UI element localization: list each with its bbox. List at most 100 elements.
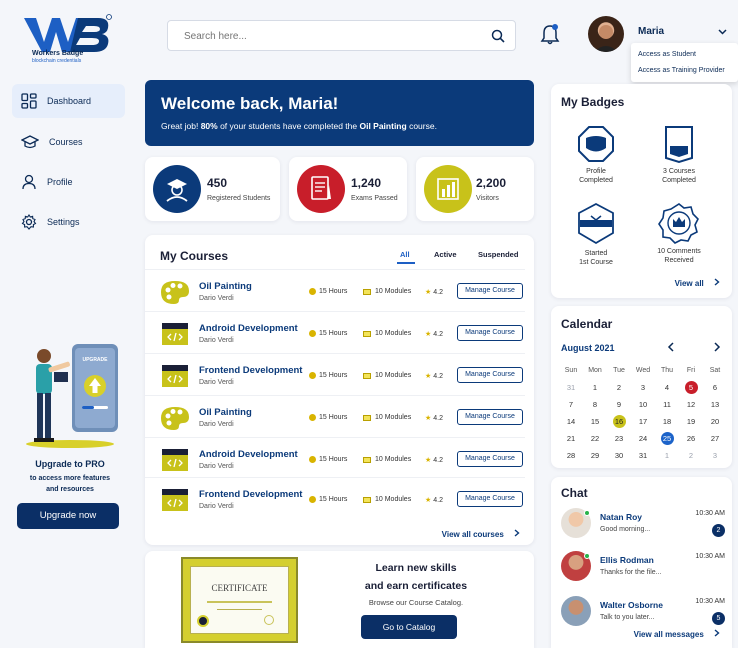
badge-started-course[interactable]: Started 1st Course [556, 202, 636, 267]
calendar-day-number: 10 [638, 400, 648, 409]
course-title[interactable]: Frontend Development [199, 365, 302, 376]
go-to-catalog-button[interactable]: Go to Catalog [361, 615, 457, 639]
tab-active[interactable]: Active [434, 250, 457, 259]
calendar-day[interactable]: 4 [655, 379, 679, 396]
manage-course-button[interactable]: Manage Course [457, 409, 523, 425]
calendar-day-number: 30 [614, 451, 624, 460]
calendar-day[interactable]: 26 [679, 430, 703, 447]
badge-3-courses[interactable]: 3 Courses Completed [639, 124, 719, 185]
course-hours: 15 Hours [309, 456, 347, 463]
menu-item-student[interactable]: Access as Student [638, 51, 696, 58]
chat-card: Chat Natan Roy Good morning... 10:30 AM 2 El… [551, 477, 732, 648]
chat-view-all-link[interactable]: View all messages [634, 629, 720, 639]
bell-icon[interactable] [540, 23, 560, 45]
calendar-day[interactable]: 15 [583, 413, 607, 430]
calendar-day-number: 23 [614, 434, 624, 443]
course-rating-value: 4.2 [433, 415, 443, 422]
grid-icon [21, 93, 37, 109]
badge-10-comments[interactable]: 10 Comments Received [639, 202, 719, 265]
manage-course-button[interactable]: Manage Course [457, 367, 523, 383]
course-title[interactable]: Oil Painting [199, 407, 252, 418]
avatar[interactable] [588, 16, 624, 52]
calendar-day[interactable]: 14 [559, 413, 583, 430]
chat-item[interactable]: Walter Osborne Talk to you later... 10:30 … [551, 590, 735, 634]
calendar-day[interactable]: 27 [703, 430, 727, 447]
calendar-day[interactable]: 9 [607, 396, 631, 413]
calendar-day[interactable]: 13 [703, 396, 727, 413]
calendar-day[interactable]: 12 [679, 396, 703, 413]
chevron-left-icon[interactable] [667, 342, 675, 352]
exam-icon [297, 165, 345, 213]
chat-item[interactable]: Ellis Rodman Thanks for the file... 10:30 … [551, 545, 735, 589]
calendar-day[interactable]: 25 [655, 430, 679, 447]
calendar-day[interactable]: 28 [559, 447, 583, 464]
modules-icon [363, 330, 371, 337]
calendar-day[interactable]: 23 [607, 430, 631, 447]
calendar-day[interactable]: 24 [631, 430, 655, 447]
calendar-day[interactable]: 17 [631, 413, 655, 430]
chat-message: Thanks for the file... [600, 569, 662, 576]
calendar-day[interactable]: 21 [559, 430, 583, 447]
sidebar-item-courses[interactable]: Courses [12, 125, 125, 159]
course-title[interactable]: Android Development [199, 449, 298, 460]
calendar-day[interactable]: 20 [703, 413, 727, 430]
search-input[interactable] [184, 28, 474, 44]
chevron-right-icon[interactable] [713, 342, 721, 352]
calendar-day[interactable]: 22 [583, 430, 607, 447]
calendar-day[interactable]: 30 [607, 447, 631, 464]
upgrade-button[interactable]: Upgrade now [17, 503, 119, 529]
search-icon[interactable] [491, 29, 505, 43]
calendar-day[interactable]: 2 [607, 379, 631, 396]
sidebar-item-settings[interactable]: Settings [12, 205, 125, 239]
code-window-icon [162, 365, 188, 387]
sidebar-item-dashboard[interactable]: Dashboard [12, 84, 125, 118]
badge-label: 3 Courses Completed [662, 168, 696, 184]
manage-course-button[interactable]: Manage Course [457, 491, 523, 507]
calendar-day[interactable]: 19 [679, 413, 703, 430]
course-modules: 10 Modules [363, 496, 411, 503]
course-rating: ★ 4.2 [425, 456, 443, 464]
badge-profile-completed[interactable]: Profile Completed [556, 124, 636, 185]
calendar-day[interactable]: 2 [679, 447, 703, 464]
calendar-month: August 2021 [561, 343, 615, 353]
calendar-day[interactable]: 18 [655, 413, 679, 430]
calendar-day[interactable]: 1 [655, 447, 679, 464]
sidebar-item-profile[interactable]: Profile [12, 165, 125, 199]
menu-item-provider[interactable]: Access as Training Provider [638, 67, 725, 74]
calendar-day[interactable]: 29 [583, 447, 607, 464]
chevron-down-icon[interactable] [718, 29, 727, 35]
calendar-day[interactable]: 7 [559, 396, 583, 413]
course-modules-value: 10 Modules [375, 456, 412, 463]
calendar-day[interactable]: 8 [583, 396, 607, 413]
calendar-day[interactable]: 31 [631, 447, 655, 464]
chat-item[interactable]: Natan Roy Good morning... 10:30 AM 2 [551, 502, 735, 546]
calendar-day[interactable]: 31 [559, 379, 583, 396]
calendar-day[interactable]: 3 [631, 379, 655, 396]
view-all-courses-link[interactable]: View all courses [442, 529, 520, 539]
search-bar[interactable] [167, 20, 516, 51]
manage-course-button[interactable]: Manage Course [457, 283, 523, 299]
tab-suspended[interactable]: Suspended [478, 250, 518, 259]
brand-logo[interactable]: Workers Badge blockchain credentials [22, 12, 114, 66]
promo-screen-label: UPGRADE [82, 357, 108, 363]
course-rating: ★ 4.2 [425, 288, 443, 296]
calendar-day[interactable]: 5 [679, 379, 703, 396]
calendar-day[interactable]: 6 [703, 379, 727, 396]
calendar-day[interactable]: 10 [631, 396, 655, 413]
calendar-day[interactable]: 11 [655, 396, 679, 413]
calendar-day[interactable]: 1 [583, 379, 607, 396]
manage-course-button[interactable]: Manage Course [457, 325, 523, 341]
course-hours-value: 15 Hours [319, 330, 348, 337]
course-title[interactable]: Oil Painting [199, 281, 252, 292]
course-hours: 15 Hours [309, 288, 347, 295]
user-name[interactable]: Maria [638, 26, 664, 37]
manage-course-button[interactable]: Manage Course [457, 451, 523, 467]
weekday-label: Mon [588, 367, 602, 374]
course-title[interactable]: Frontend Development [199, 489, 302, 500]
calendar-day[interactable]: 3 [703, 447, 727, 464]
badges-view-all-link[interactable]: View all [675, 278, 720, 288]
calendar-day[interactable]: 16 [607, 413, 631, 430]
course-title[interactable]: Android Development [199, 323, 298, 334]
palette-icon [161, 281, 189, 304]
tab-all[interactable]: All [400, 250, 410, 259]
